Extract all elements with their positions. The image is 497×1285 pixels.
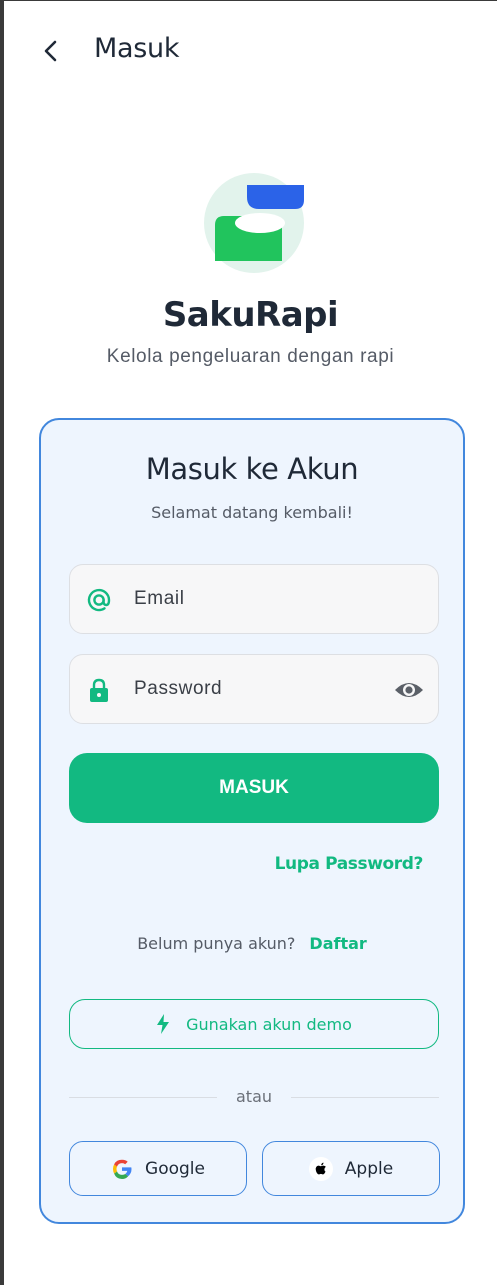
demo-button-label: Gunakan akun demo: [186, 1014, 352, 1034]
apple-icon: [308, 1156, 333, 1181]
window-left-edge: [0, 0, 4, 1285]
app-logo: [203, 172, 305, 274]
at-icon: [87, 588, 111, 612]
email-input[interactable]: [134, 565, 374, 633]
app-name: SakuRapi: [162, 295, 339, 335]
email-field[interactable]: [69, 564, 439, 634]
lightning-icon: [157, 1014, 170, 1034]
back-arrow-icon: [44, 40, 57, 62]
card-title: Masuk ke Akun: [145, 452, 359, 486]
google-icon: [113, 1159, 132, 1179]
password-input[interactable]: [134, 655, 374, 723]
app-bar: Masuk: [4, 0, 497, 100]
back-button[interactable]: [34, 34, 68, 68]
demo-account-button[interactable]: Gunakan akun demo: [69, 999, 439, 1049]
apple-button-label: Apple: [344, 1158, 394, 1179]
eye-icon[interactable]: [394, 677, 424, 703]
password-field[interactable]: [69, 654, 439, 724]
page-title: Masuk: [94, 33, 180, 64]
or-divider: atau: [69, 1086, 439, 1108]
login-button[interactable]: MASUK: [69, 753, 439, 823]
signup-prompt: Belum punya akun?: [137, 934, 296, 953]
app-tagline: Kelola pengeluaran dengan rapi: [106, 346, 395, 367]
lock-icon: [90, 678, 108, 702]
google-signin-button[interactable]: Google: [69, 1141, 247, 1196]
apple-signin-button[interactable]: Apple: [262, 1141, 440, 1196]
divider-line-right: [291, 1097, 439, 1098]
signup-row: Belum punya akun? Daftar: [41, 934, 463, 954]
login-card: Masuk ke Akun Selamat datang kembali! MA…: [39, 418, 465, 1224]
forgot-password-link[interactable]: Lupa Password?: [275, 854, 424, 874]
signup-link[interactable]: Daftar: [309, 934, 366, 953]
card-subtitle: Selamat datang kembali!: [151, 503, 353, 522]
google-button-label: Google: [145, 1158, 205, 1179]
